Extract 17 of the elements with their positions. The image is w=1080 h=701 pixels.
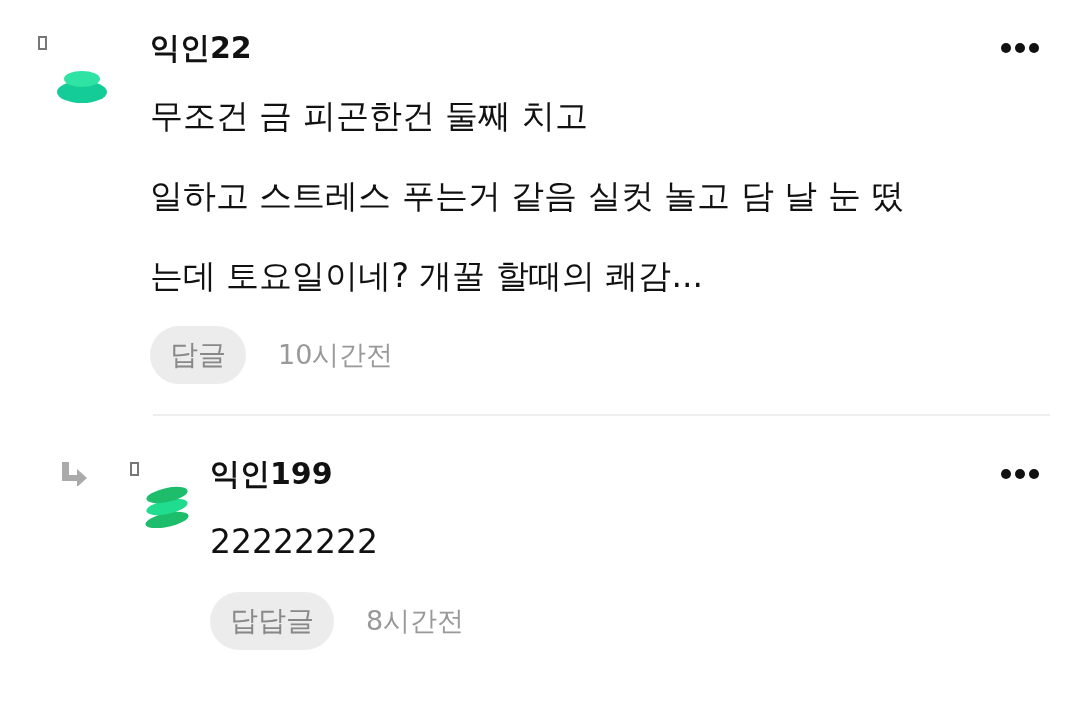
author-name: 익인199 [210,454,333,493]
comment-text: 는데 토요일이네? 개꿀 할때의 쾌감... [150,255,704,297]
more-icon[interactable] [1000,42,1040,54]
comment-text: 일하고 스트레스 푸는거 같음 실컷 놀고 담 날 눈 떴 [150,175,906,217]
reply-button[interactable]: 답답글 [210,592,334,650]
author-name: 익인22 [150,28,252,67]
avatar-icon [56,70,108,104]
more-icon[interactable] [1000,468,1040,480]
placeholder-glyph-icon [38,36,47,50]
placeholder-glyph-icon [130,462,139,476]
reply-arrow-icon [60,462,88,486]
reply-button[interactable]: 답글 [150,326,246,384]
timestamp: 10시간전 [278,338,394,372]
comment-text: 무조건 금 피곤한건 둘째 치고 [150,95,589,137]
avatar-icon [144,486,190,528]
comment-text: 22222222 [210,521,379,563]
timestamp: 8시간전 [366,604,465,638]
